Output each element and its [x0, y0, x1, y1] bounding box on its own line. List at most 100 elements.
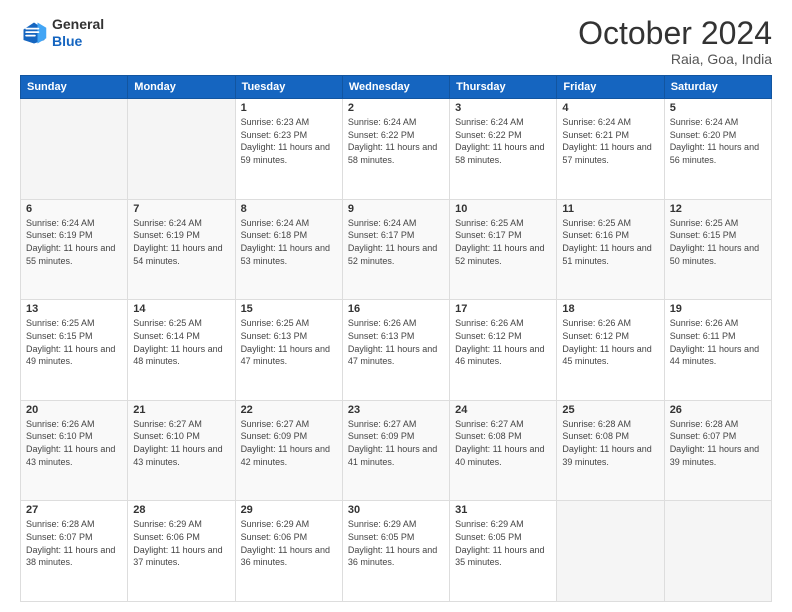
calendar-week-row: 1Sunrise: 6:23 AM Sunset: 6:23 PM Daylig…: [21, 99, 772, 200]
calendar-cell: 13 Sunrise: 6:25 AM Sunset: 6:15 PM Dayli…: [21, 300, 128, 401]
calendar-cell: 21 Sunrise: 6:27 AM Sunset: 6:10 PM Dayli…: [128, 400, 235, 501]
cell-content: Sunrise: 6:27 AM Sunset: 6:10 PM Dayligh…: [133, 418, 229, 468]
day-number: 28: [133, 504, 229, 516]
cell-content: Sunrise: 6:23 AM Sunset: 6:23 PM Dayligh…: [241, 116, 337, 166]
calendar-cell: 30 Sunrise: 6:29 AM Sunset: 6:05 PM Dayli…: [342, 501, 449, 602]
cell-content: Sunrise: 6:28 AM Sunset: 6:07 PM Dayligh…: [670, 418, 766, 468]
calendar-cell: 8 Sunrise: 6:24 AM Sunset: 6:18 PM Daylig…: [235, 199, 342, 300]
logo-icon: [20, 19, 48, 47]
cell-content: Sunrise: 6:24 AM Sunset: 6:21 PM Dayligh…: [562, 116, 658, 166]
cell-content: Sunrise: 6:25 AM Sunset: 6:14 PM Dayligh…: [133, 317, 229, 367]
day-number: 22: [241, 404, 337, 416]
calendar-cell: 12 Sunrise: 6:25 AM Sunset: 6:15 PM Dayli…: [664, 199, 771, 300]
day-number: 31: [455, 504, 551, 516]
day-number: 13: [26, 303, 122, 315]
day-header-thursday: Thursday: [450, 76, 557, 99]
calendar-cell: 2Sunrise: 6:24 AM Sunset: 6:22 PM Daylig…: [342, 99, 449, 200]
day-number: 30: [348, 504, 444, 516]
day-number: 10: [455, 203, 551, 215]
calendar-week-row: 6Sunrise: 6:24 AM Sunset: 6:19 PM Daylig…: [21, 199, 772, 300]
day-number: 23: [348, 404, 444, 416]
day-number: 7: [133, 203, 229, 215]
day-number: 25: [562, 404, 658, 416]
calendar-cell: 18Sunrise: 6:26 AM Sunset: 6:12 PM Dayli…: [557, 300, 664, 401]
cell-content: Sunrise: 6:24 AM Sunset: 6:17 PM Dayligh…: [348, 217, 444, 267]
calendar-cell: 19 Sunrise: 6:26 AM Sunset: 6:11 PM Dayli…: [664, 300, 771, 401]
calendar-cell: 9 Sunrise: 6:24 AM Sunset: 6:17 PM Daylig…: [342, 199, 449, 300]
cell-content: Sunrise: 6:26 AM Sunset: 6:11 PM Dayligh…: [670, 317, 766, 367]
day-header-saturday: Saturday: [664, 76, 771, 99]
calendar-cell: 1Sunrise: 6:23 AM Sunset: 6:23 PM Daylig…: [235, 99, 342, 200]
day-number: 17: [455, 303, 551, 315]
day-number: 9: [348, 203, 444, 215]
cell-content: Sunrise: 6:27 AM Sunset: 6:08 PM Dayligh…: [455, 418, 551, 468]
cell-content: Sunrise: 6:29 AM Sunset: 6:06 PM Dayligh…: [133, 518, 229, 568]
day-number: 5: [670, 102, 766, 114]
calendar-cell: 10 Sunrise: 6:25 AM Sunset: 6:17 PM Dayli…: [450, 199, 557, 300]
cell-content: Sunrise: 6:25 AM Sunset: 6:17 PM Dayligh…: [455, 217, 551, 267]
day-number: 14: [133, 303, 229, 315]
cell-content: Sunrise: 6:24 AM Sunset: 6:19 PM Dayligh…: [133, 217, 229, 267]
day-number: 8: [241, 203, 337, 215]
day-number: 21: [133, 404, 229, 416]
calendar-cell: 31Sunrise: 6:29 AM Sunset: 6:05 PM Dayli…: [450, 501, 557, 602]
cell-content: Sunrise: 6:25 AM Sunset: 6:16 PM Dayligh…: [562, 217, 658, 267]
calendar-cell: 22 Sunrise: 6:27 AM Sunset: 6:09 PM Dayli…: [235, 400, 342, 501]
cell-content: Sunrise: 6:27 AM Sunset: 6:09 PM Dayligh…: [241, 418, 337, 468]
day-number: 2: [348, 102, 444, 114]
day-number: 11: [562, 203, 658, 215]
cell-content: Sunrise: 6:25 AM Sunset: 6:13 PM Dayligh…: [241, 317, 337, 367]
calendar-cell: [21, 99, 128, 200]
cell-content: Sunrise: 6:25 AM Sunset: 6:15 PM Dayligh…: [26, 317, 122, 367]
day-number: 24: [455, 404, 551, 416]
calendar-cell: 6Sunrise: 6:24 AM Sunset: 6:19 PM Daylig…: [21, 199, 128, 300]
cell-content: Sunrise: 6:26 AM Sunset: 6:13 PM Dayligh…: [348, 317, 444, 367]
calendar-cell: 24 Sunrise: 6:27 AM Sunset: 6:08 PM Dayli…: [450, 400, 557, 501]
calendar-cell: [128, 99, 235, 200]
calendar-header-row: SundayMondayTuesdayWednesdayThursdayFrid…: [21, 76, 772, 99]
calendar-cell: 29Sunrise: 6:29 AM Sunset: 6:06 PM Dayli…: [235, 501, 342, 602]
calendar-cell: 26Sunrise: 6:28 AM Sunset: 6:07 PM Dayli…: [664, 400, 771, 501]
calendar-cell: [664, 501, 771, 602]
calendar-cell: 16 Sunrise: 6:26 AM Sunset: 6:13 PM Dayli…: [342, 300, 449, 401]
cell-content: Sunrise: 6:24 AM Sunset: 6:18 PM Dayligh…: [241, 217, 337, 267]
cell-content: Sunrise: 6:24 AM Sunset: 6:20 PM Dayligh…: [670, 116, 766, 166]
cell-content: Sunrise: 6:29 AM Sunset: 6:05 PM Dayligh…: [348, 518, 444, 568]
logo-text: General Blue: [52, 16, 104, 50]
cell-content: Sunrise: 6:29 AM Sunset: 6:06 PM Dayligh…: [241, 518, 337, 568]
calendar-cell: 17 Sunrise: 6:26 AM Sunset: 6:12 PM Dayli…: [450, 300, 557, 401]
location: Raia, Goa, India: [578, 51, 772, 67]
cell-content: Sunrise: 6:26 AM Sunset: 6:12 PM Dayligh…: [562, 317, 658, 367]
month-title: October 2024: [578, 16, 772, 51]
cell-content: Sunrise: 6:26 AM Sunset: 6:10 PM Dayligh…: [26, 418, 122, 468]
cell-content: Sunrise: 6:28 AM Sunset: 6:07 PM Dayligh…: [26, 518, 122, 568]
calendar-cell: 25 Sunrise: 6:28 AM Sunset: 6:08 PM Dayli…: [557, 400, 664, 501]
logo-general: General: [52, 16, 104, 32]
day-number: 19: [670, 303, 766, 315]
day-number: 16: [348, 303, 444, 315]
day-number: 4: [562, 102, 658, 114]
day-header-tuesday: Tuesday: [235, 76, 342, 99]
page: General Blue October 2024 Raia, Goa, Ind…: [0, 0, 792, 612]
logo-blue: Blue: [52, 33, 82, 49]
day-number: 20: [26, 404, 122, 416]
day-header-wednesday: Wednesday: [342, 76, 449, 99]
cell-content: Sunrise: 6:24 AM Sunset: 6:19 PM Dayligh…: [26, 217, 122, 267]
calendar-cell: 20 Sunrise: 6:26 AM Sunset: 6:10 PM Dayli…: [21, 400, 128, 501]
calendar-week-row: 27 Sunrise: 6:28 AM Sunset: 6:07 PM Dayli…: [21, 501, 772, 602]
cell-content: Sunrise: 6:25 AM Sunset: 6:15 PM Dayligh…: [670, 217, 766, 267]
header: General Blue October 2024 Raia, Goa, Ind…: [20, 16, 772, 67]
calendar-cell: 3Sunrise: 6:24 AM Sunset: 6:22 PM Daylig…: [450, 99, 557, 200]
calendar-cell: 7 Sunrise: 6:24 AM Sunset: 6:19 PM Daylig…: [128, 199, 235, 300]
title-block: October 2024 Raia, Goa, India: [578, 16, 772, 67]
calendar-cell: 11 Sunrise: 6:25 AM Sunset: 6:16 PM Dayli…: [557, 199, 664, 300]
cell-content: Sunrise: 6:26 AM Sunset: 6:12 PM Dayligh…: [455, 317, 551, 367]
calendar-week-row: 20 Sunrise: 6:26 AM Sunset: 6:10 PM Dayli…: [21, 400, 772, 501]
calendar-cell: 5 Sunrise: 6:24 AM Sunset: 6:20 PM Daylig…: [664, 99, 771, 200]
calendar-cell: 14 Sunrise: 6:25 AM Sunset: 6:14 PM Dayli…: [128, 300, 235, 401]
day-header-friday: Friday: [557, 76, 664, 99]
cell-content: Sunrise: 6:28 AM Sunset: 6:08 PM Dayligh…: [562, 418, 658, 468]
day-number: 12: [670, 203, 766, 215]
day-number: 27: [26, 504, 122, 516]
calendar-table: SundayMondayTuesdayWednesdayThursdayFrid…: [20, 75, 772, 602]
